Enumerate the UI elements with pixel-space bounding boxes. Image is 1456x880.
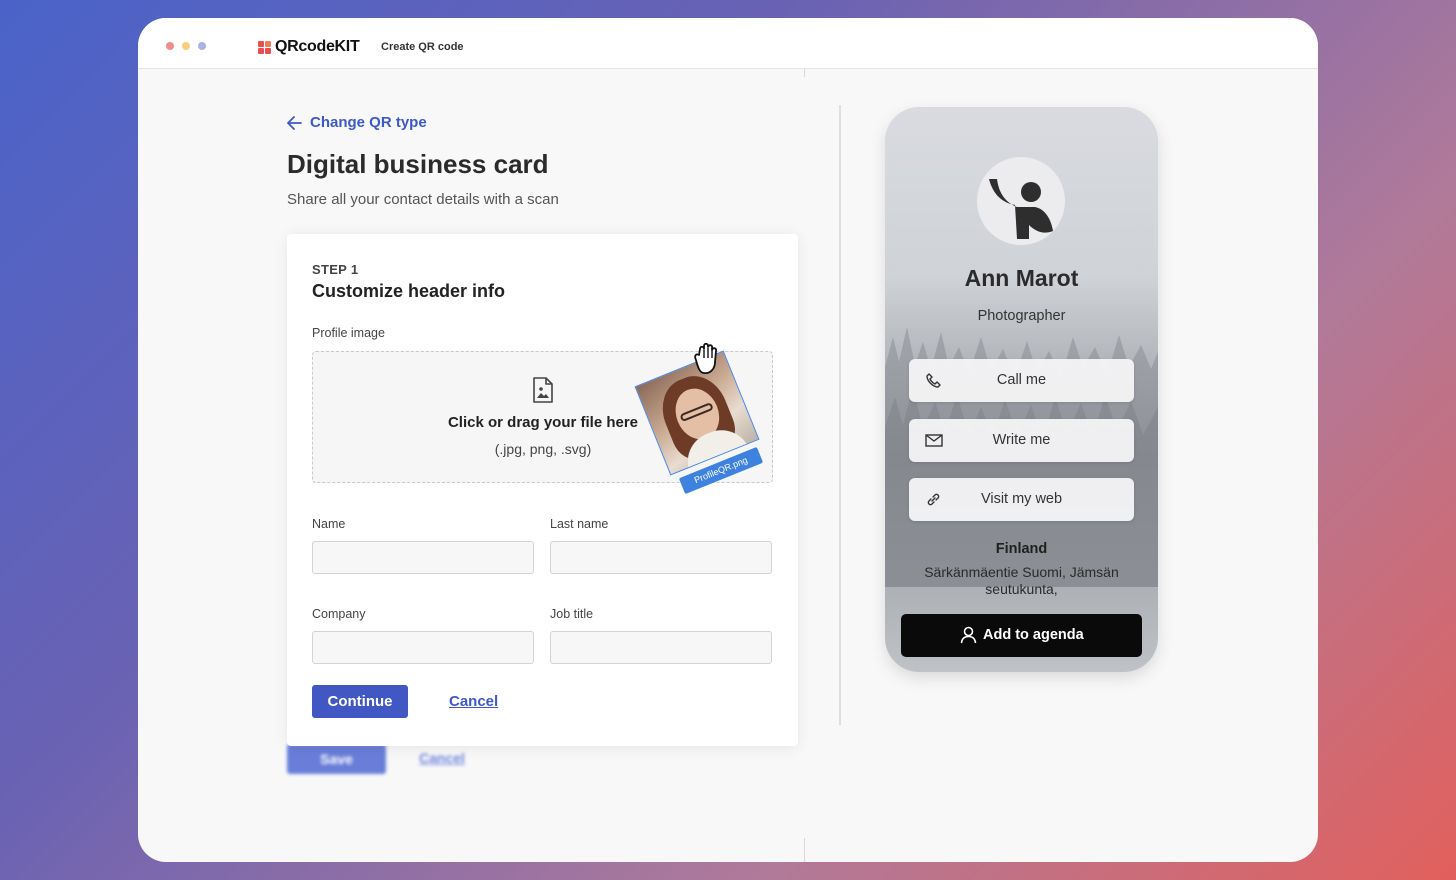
guide-line-bottom <box>804 838 805 862</box>
grab-cursor-icon <box>694 342 718 375</box>
guide-line-top <box>804 69 805 77</box>
image-file-icon <box>533 377 553 403</box>
page-subtitle: Share all your contact details with a sc… <box>287 191 559 208</box>
job-title-input[interactable] <box>550 631 772 664</box>
person-waving-icon <box>989 179 1053 239</box>
write-me-label: Write me <box>992 432 1051 448</box>
dragged-photo[interactable]: ProfileQR.png <box>634 350 764 495</box>
logo-text: QRcodeKIT <box>275 38 360 55</box>
ghost-save-button: Save <box>287 744 386 774</box>
arrow-left-icon <box>287 115 302 130</box>
app-window: QRcodeKIT Create QR code Change QR type … <box>138 18 1318 862</box>
visit-web-label: Visit my web <box>980 491 1063 507</box>
last-name-label: Last name <box>550 517 609 531</box>
file-dropzone[interactable]: Click or drag your file here (.jpg, png,… <box>312 342 773 495</box>
company-input[interactable] <box>312 631 534 664</box>
job-title-label: Job title <box>550 607 594 621</box>
preview-country: Finland <box>995 541 1048 557</box>
write-me-button[interactable]: Write me <box>909 419 1134 462</box>
window-minimize-dot[interactable] <box>182 42 190 50</box>
change-qr-type-label: Change QR type <box>310 114 427 131</box>
add-to-agenda-label: Add to agenda <box>983 627 1084 643</box>
form-card: STEP 1 Customize header info Profile ima… <box>287 234 798 746</box>
continue-button[interactable]: Continue <box>312 685 408 718</box>
profile-image-label: Profile image <box>312 326 385 340</box>
user-icon <box>960 626 977 644</box>
add-to-agenda-button[interactable]: Add to agenda <box>901 614 1142 657</box>
change-qr-type-link[interactable]: Change QR type <box>287 114 427 131</box>
create-qr-link[interactable]: Create QR code <box>381 41 464 53</box>
top-bar: QRcodeKIT Create QR code <box>138 18 1318 69</box>
company-label: Company <box>312 607 366 621</box>
call-me-button[interactable]: Call me <box>909 359 1134 402</box>
logo[interactable]: QRcodeKIT <box>258 38 360 56</box>
call-me-label: Call me <box>996 372 1047 388</box>
last-name-input[interactable] <box>550 541 772 574</box>
logo-icon <box>258 40 271 54</box>
step-label: STEP 1 <box>312 262 359 277</box>
preview-name: Ann Marot <box>964 265 1079 291</box>
form-title: Customize header info <box>312 281 506 301</box>
panel-divider <box>839 105 841 725</box>
phone-preview: Ann Marot Photographer Call me Write me … <box>885 107 1158 672</box>
page-title: Digital business card <box>287 149 549 179</box>
preview-role: Photographer <box>977 308 1066 324</box>
avatar <box>977 157 1065 245</box>
cancel-link[interactable]: Cancel <box>449 693 498 710</box>
window-maximize-dot[interactable] <box>198 42 206 50</box>
visit-web-button[interactable]: Visit my web <box>909 478 1134 521</box>
ghost-cancel-link: Cancel <box>419 750 465 766</box>
name-input[interactable] <box>312 541 534 574</box>
preview-address: Särkänmäentie Suomi, Jämsän seutukunta, <box>924 564 1119 597</box>
name-label: Name <box>312 517 346 531</box>
window-close-dot[interactable] <box>166 42 174 50</box>
